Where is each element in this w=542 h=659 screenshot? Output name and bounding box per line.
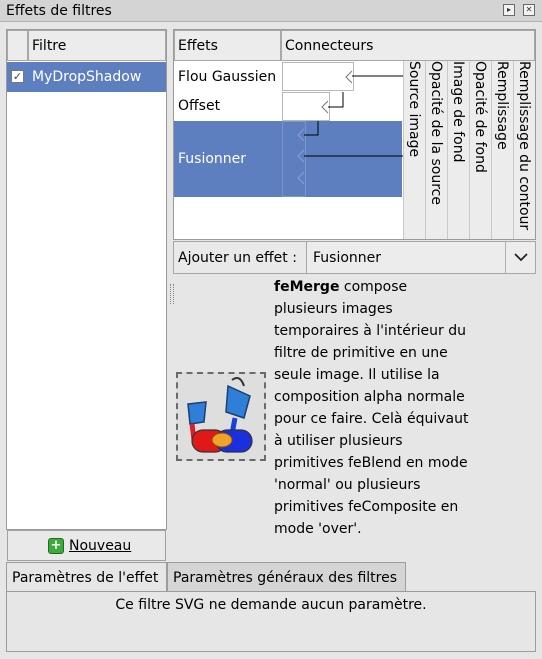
effect-description-text: compose plusieurs images temporaires à l… xyxy=(274,279,469,537)
effect-row-offset[interactable]: Offset xyxy=(174,92,282,121)
add-effect-row: Ajouter un effet : Fusionner xyxy=(173,241,536,274)
effect-name: feMerge xyxy=(274,279,340,295)
filter-list xyxy=(6,29,167,530)
parameters-panel: Ce filtre SVG ne demande aucun paramètre… xyxy=(6,591,536,652)
input-label: Opacité de fond xyxy=(472,61,488,173)
filter-column-header[interactable]: Filtre xyxy=(28,30,166,61)
tab-label: Paramètres de l'effet xyxy=(12,570,159,586)
input-label: Remplissage xyxy=(494,61,510,150)
effect-row-merge[interactable]: Fusionner xyxy=(174,121,282,197)
new-filter-button[interactable]: + Nouveau xyxy=(7,530,166,561)
input-label: Source image xyxy=(406,61,422,158)
tab-effect-parameters[interactable]: Paramètres de l'effet xyxy=(6,562,167,591)
connectors-column-header[interactable]: Connecteurs xyxy=(281,30,535,61)
title-bar: Effets de filtres ▸ ✕ xyxy=(0,0,542,22)
filter-header-label: Filtre xyxy=(32,38,67,54)
input-label: Remplissage du contour xyxy=(516,61,532,231)
filter-row[interactable]: ✓ MyDropShadow xyxy=(7,62,166,92)
no-parameters-message: Ce filtre SVG ne demande aucun paramètre… xyxy=(115,597,427,613)
new-filter-label: Nouveau xyxy=(69,538,132,554)
effects-column-header[interactable]: Effets xyxy=(174,30,281,61)
detach-button[interactable]: ▸ xyxy=(503,4,515,16)
effect-row-gaussian-blur[interactable]: Flou Gaussien xyxy=(174,62,282,92)
close-icon[interactable]: ✕ xyxy=(523,4,535,16)
connectors-header-label: Connecteurs xyxy=(285,38,374,54)
merge-buckets-icon xyxy=(176,372,266,461)
connector-gaussian-blur[interactable] xyxy=(282,62,354,91)
effects-header-label: Effets xyxy=(178,38,218,54)
chevron-down-icon[interactable] xyxy=(505,242,535,273)
effect-type-select[interactable]: Fusionner xyxy=(306,241,536,274)
effect-label: Fusionner xyxy=(178,151,247,167)
tab-label: Paramètres généraux des filtres xyxy=(173,570,397,586)
effect-type-value: Fusionner xyxy=(313,250,382,266)
tab-general-filter-parameters[interactable]: Paramètres généraux des filtres xyxy=(167,562,406,591)
input-stroke-paint[interactable]: Remplissage du contour xyxy=(513,61,535,239)
input-fill-paint[interactable]: Remplissage xyxy=(491,61,513,239)
input-label: Image de fond xyxy=(450,61,466,163)
input-source-image[interactable]: Source image xyxy=(403,61,425,239)
filter-enabled-checkbox[interactable]: ✓ xyxy=(11,70,24,83)
connector-merge[interactable] xyxy=(282,121,306,197)
filter-checkbox-column-header[interactable] xyxy=(7,30,28,61)
effect-label: Offset xyxy=(178,98,221,114)
add-effect-button[interactable]: Ajouter un effet : xyxy=(178,250,297,266)
input-source-alpha[interactable]: Opacité de la source xyxy=(425,61,447,239)
window-title: Effets de filtres xyxy=(6,3,112,19)
filter-name: MyDropShadow xyxy=(32,69,142,85)
input-background-alpha[interactable]: Opacité de fond xyxy=(469,61,491,239)
connector-offset[interactable] xyxy=(282,92,330,121)
pane-resize-handle[interactable] xyxy=(170,284,174,304)
effect-label: Flou Gaussien xyxy=(178,69,277,85)
input-label: Opacité de la source xyxy=(428,61,444,205)
plus-icon: + xyxy=(48,538,64,554)
effect-description: feMerge compose plusieurs images tempora… xyxy=(274,276,469,540)
input-background-image[interactable]: Image de fond xyxy=(447,61,469,239)
